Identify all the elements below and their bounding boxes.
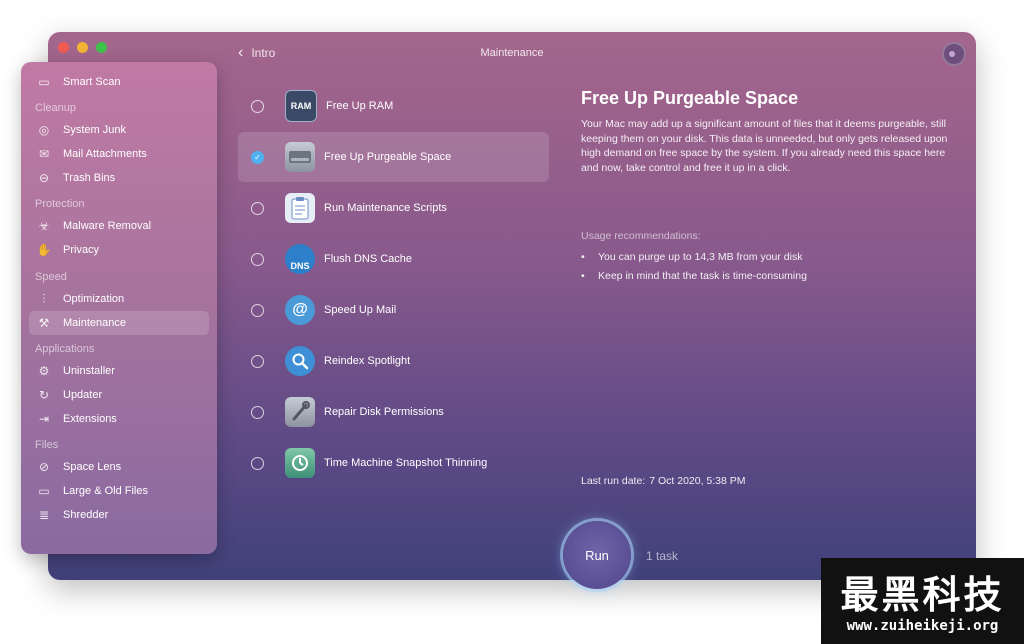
task-label: Repair Disk Permissions xyxy=(324,406,444,418)
task-radio[interactable] xyxy=(251,201,264,215)
sidebar-item-label: Uninstaller xyxy=(63,365,115,377)
task-row-free-up-ram[interactable]: RAM Free Up RAM xyxy=(238,81,549,131)
usage-text: You can purge up to 14,3 MB from your di… xyxy=(598,251,803,263)
sidebar-item-malware-removal[interactable]: ☣ Malware Removal xyxy=(29,214,209,238)
task-radio[interactable] xyxy=(251,456,264,470)
shredder-icon: ≣ xyxy=(38,508,50,522)
disc-icon: ◎ xyxy=(38,123,50,137)
usage-item: • Keep in mind that the task is time-cons… xyxy=(581,270,807,282)
sidebar-item-space-lens[interactable]: ⊘ Space Lens xyxy=(29,455,209,479)
sidebar-item-label: Trash Bins xyxy=(63,172,116,184)
sidebar-section-speed: Speed xyxy=(35,271,67,283)
sliders-icon: ⫶ xyxy=(42,291,46,306)
task-label: Speed Up Mail xyxy=(324,304,397,316)
usage-heading: Usage recommendations: xyxy=(581,230,701,242)
sidebar-item-maintenance[interactable]: ⚒ Maintenance xyxy=(29,311,209,335)
task-label: Time Machine Snapshot Thinning xyxy=(324,457,488,469)
wrench-icon: ⚒ xyxy=(38,316,50,330)
task-radio[interactable] xyxy=(251,303,264,317)
task-label: Free Up RAM xyxy=(326,100,394,112)
window-title: Maintenance xyxy=(480,47,544,59)
task-count: 1 task xyxy=(646,549,679,563)
sidebar-item-label: Mail Attachments xyxy=(63,148,147,160)
sidebar-item-label: Extensions xyxy=(63,413,117,425)
sidebar-item-trash-bins[interactable]: ⊖ Trash Bins xyxy=(29,166,209,190)
envelope-icon: ✉ xyxy=(38,147,50,161)
sidebar-item-label: Large & Old Files xyxy=(63,485,148,497)
sidebar-item-extensions[interactable]: ⇥ Extensions xyxy=(29,407,209,431)
last-run-date: Last run date: 7 Oct 2020, 5:38 PM xyxy=(581,475,746,487)
task-label: Reindex Spotlight xyxy=(324,355,411,367)
task-row-time-machine-snapshot-thinning[interactable]: Time Machine Snapshot Thinning xyxy=(238,438,549,488)
dns-icon: DNS xyxy=(285,244,315,274)
usage-text: Keep in mind that the task is time-consu… xyxy=(598,270,807,282)
assistant-icon[interactable] xyxy=(942,42,966,66)
sidebar: ▭ Smart Scan Cleanup ◎ System Junk ✉ Mai… xyxy=(21,62,217,554)
task-radio[interactable] xyxy=(251,99,264,113)
uninstaller-icon: ⚙ xyxy=(38,364,50,378)
hand-icon: ✋ xyxy=(36,243,52,257)
sidebar-item-label: Shredder xyxy=(63,509,109,521)
watermark: 最黑科技 www.zuiheikeji.org xyxy=(821,558,1024,644)
sidebar-item-privacy[interactable]: ✋ Privacy xyxy=(29,238,209,262)
task-label: Free Up Purgeable Space xyxy=(324,151,452,163)
sidebar-item-label: Maintenance xyxy=(63,317,126,329)
sidebar-item-label: Space Lens xyxy=(63,461,122,473)
task-label: Flush DNS Cache xyxy=(324,253,413,265)
extensions-icon: ⇥ xyxy=(38,412,50,426)
sidebar-item-label: Privacy xyxy=(63,244,100,256)
sidebar-section-protection: Protection xyxy=(35,198,85,210)
hard-drive-icon xyxy=(285,142,315,172)
task-row-run-maintenance-scripts[interactable]: Run Maintenance Scripts xyxy=(238,183,549,233)
sidebar-item-label: Smart Scan xyxy=(63,76,121,88)
sidebar-section-files: Files xyxy=(35,439,59,451)
ram-icon: RAM xyxy=(285,90,317,122)
sidebar-item-system-junk[interactable]: ◎ System Junk xyxy=(29,118,209,142)
bullet-icon: • xyxy=(581,251,585,263)
clipboard-icon xyxy=(285,193,315,223)
lens-icon: ⊘ xyxy=(38,460,50,474)
task-row-reindex-spotlight[interactable]: Reindex Spotlight xyxy=(238,336,549,386)
task-radio[interactable] xyxy=(251,150,264,164)
updater-icon: ↻ xyxy=(38,388,50,402)
detail-title: Free Up Purgeable Space xyxy=(581,88,799,108)
last-run-label: Last run date: xyxy=(581,475,646,487)
task-row-flush-dns-cache[interactable]: DNS Flush DNS Cache xyxy=(238,234,549,284)
sidebar-item-label: Optimization xyxy=(63,293,125,305)
task-row-free-up-purgeable-space[interactable]: Free Up Purgeable Space xyxy=(238,132,549,182)
sidebar-section-cleanup: Cleanup xyxy=(35,102,76,114)
task-row-repair-disk-permissions[interactable]: Repair Disk Permissions xyxy=(238,387,549,437)
sidebar-item-smart-scan[interactable]: ▭ Smart Scan xyxy=(29,70,209,94)
sidebar-item-label: Updater xyxy=(63,389,103,401)
task-row-speed-up-mail[interactable]: @ Speed Up Mail xyxy=(238,285,549,335)
run-button[interactable]: Run xyxy=(563,521,631,589)
bullet-icon: • xyxy=(581,270,585,282)
sidebar-item-label: System Junk xyxy=(63,124,126,136)
sidebar-item-large-old-files[interactable]: ▭ Large & Old Files xyxy=(29,479,209,503)
sidebar-item-uninstaller[interactable]: ⚙ Uninstaller xyxy=(29,359,209,383)
mail-stamp-icon: @ xyxy=(285,295,315,325)
trash-icon: ⊖ xyxy=(38,171,50,185)
magnifier-icon xyxy=(285,346,315,376)
watermark-chinese: 最黑科技 xyxy=(840,573,1005,617)
time-machine-icon xyxy=(285,448,315,478)
sidebar-item-updater[interactable]: ↻ Updater xyxy=(29,383,209,407)
sidebar-item-label: Malware Removal xyxy=(63,220,152,232)
usage-item: • You can purge up to 14,3 MB from your d… xyxy=(581,251,802,263)
disk-wrench-icon xyxy=(285,397,315,427)
task-label: Run Maintenance Scripts xyxy=(324,202,447,214)
sidebar-item-mail-attachments[interactable]: ✉ Mail Attachments xyxy=(29,142,209,166)
detail-description: Your Mac may add up a significant amount… xyxy=(581,118,948,174)
biohazard-icon: ☣ xyxy=(38,219,50,233)
task-radio[interactable] xyxy=(251,354,264,368)
task-radio[interactable] xyxy=(251,252,264,266)
monitor-icon: ▭ xyxy=(38,75,50,89)
folder-icon: ▭ xyxy=(38,484,50,498)
task-radio[interactable] xyxy=(251,405,264,419)
sidebar-section-applications: Applications xyxy=(35,343,95,355)
last-run-value: 7 Oct 2020, 5:38 PM xyxy=(649,475,746,487)
sidebar-item-optimization[interactable]: ⫶ Optimization xyxy=(29,287,209,311)
watermark-url: www.zuiheikeji.org xyxy=(846,618,999,634)
sidebar-item-shredder[interactable]: ≣ Shredder xyxy=(29,503,209,527)
